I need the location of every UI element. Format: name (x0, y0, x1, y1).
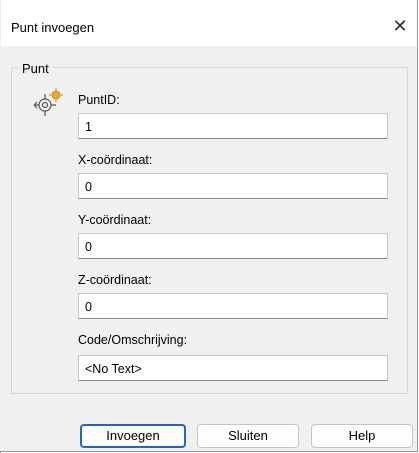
code-description-label: Code/Omschrijving: (78, 333, 188, 347)
close-button[interactable]: Sluiten (197, 424, 299, 448)
puntid-label: PuntID: (78, 93, 120, 107)
help-button[interactable]: Help (311, 424, 413, 448)
z-coordinate-label: Z-coördinaat: (78, 273, 152, 287)
y-coordinate-input[interactable]: 0 (78, 233, 388, 259)
insert-point-dialog: Punt invoegen ✕ Punt PuntID: 1 X-coördin… (0, 0, 418, 452)
x-coordinate-input[interactable]: 0 (78, 173, 388, 199)
dialog-title: Punt invoegen (11, 20, 95, 35)
title-bar[interactable]: Punt invoegen ✕ (1, 0, 417, 46)
insert-button[interactable]: Invoegen (80, 424, 186, 448)
groupbox-legend: Punt (18, 61, 53, 76)
code-description-input[interactable]: <No Text> (78, 355, 388, 381)
z-coordinate-input[interactable]: 0 (78, 293, 388, 319)
puntid-input[interactable]: 1 (78, 113, 388, 139)
close-icon[interactable]: ✕ (383, 12, 417, 40)
x-coordinate-label: X-coördinaat: (78, 153, 153, 167)
y-coordinate-label: Y-coördinaat: (78, 213, 152, 227)
point-insert-icon (33, 88, 63, 116)
sparkle-icon (49, 88, 63, 102)
